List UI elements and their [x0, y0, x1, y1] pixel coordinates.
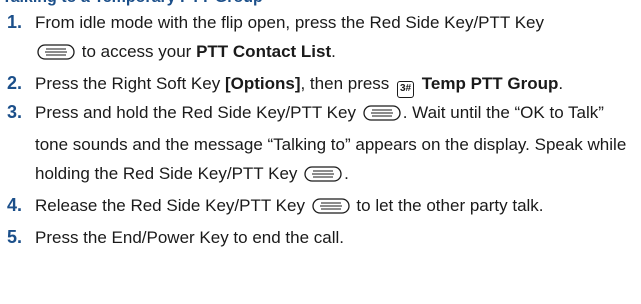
step-text: Press the End/Power Key to end the call. — [35, 228, 345, 247]
step-4: 4. Release the Red Side Key/PTT Key to l… — [0, 191, 641, 223]
step-text: Press the Right Soft Key — [35, 74, 221, 93]
step-text: . — [344, 164, 349, 183]
step-text: , then press — [300, 74, 390, 93]
step-number: 3. — [7, 102, 23, 122]
step-3: 3. Press and hold the Red Side Key/PTT K… — [0, 98, 641, 191]
step-bold-text: Temp PTT Group — [421, 74, 559, 93]
step-text: From idle mode with the flip open, press… — [35, 13, 544, 32]
instruction-steps: 1. From idle mode with the flip open, pr… — [0, 8, 641, 252]
step-text: to let the other party talk. — [356, 196, 544, 215]
ptt-key-icon — [304, 162, 342, 191]
ptt-key-icon — [37, 40, 75, 69]
step-number: 4. — [7, 195, 23, 215]
step-text: . — [558, 74, 564, 93]
step-text: to access your — [81, 42, 192, 61]
step-bold-text: PTT Contact List — [196, 42, 332, 61]
step-text: . — [331, 42, 336, 61]
ptt-key-icon — [363, 101, 401, 130]
step-2: 2. Press the Right Soft Key [Options], t… — [0, 69, 641, 98]
key-3-icon: 3# — [397, 81, 415, 98]
step-text: Press and hold the Red Side Key/PTT Key — [35, 103, 356, 122]
step-5: 5. Press the End/Power Key to end the ca… — [0, 223, 641, 252]
step-number: 1. — [7, 12, 23, 32]
step-number: 5. — [7, 227, 23, 247]
section-heading-partial: Talking to a Temporary PTT Group — [0, 0, 641, 8]
ptt-key-icon — [312, 194, 350, 223]
step-bold-text: [Options] — [224, 74, 301, 93]
step-number: 2. — [7, 73, 23, 93]
step-1: 1. From idle mode with the flip open, pr… — [0, 8, 641, 69]
step-text: Release the Red Side Key/PTT Key — [35, 196, 305, 215]
